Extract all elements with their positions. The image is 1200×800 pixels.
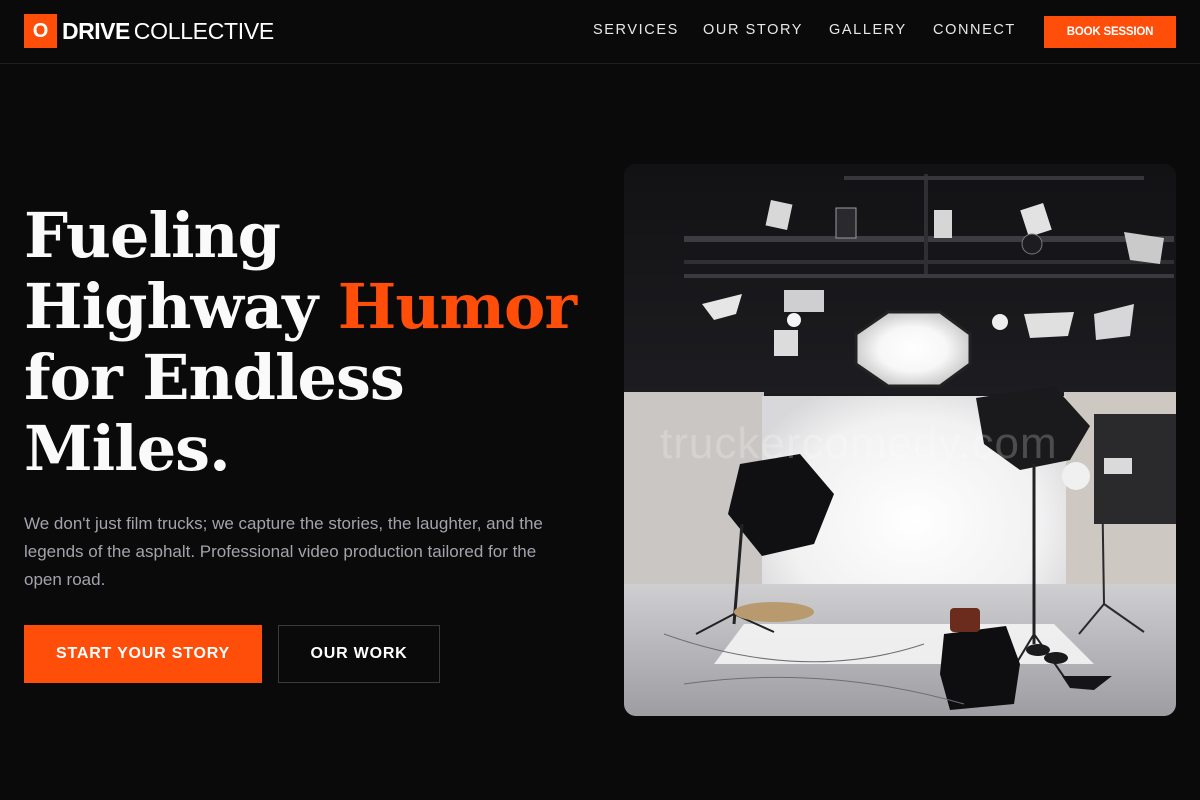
nav-link-services[interactable]: SERVICES xyxy=(593,22,679,38)
brand-logo[interactable]: O DRIVE COLLECTIVE xyxy=(24,14,274,48)
logo-mark: O xyxy=(24,14,57,48)
our-work-button[interactable]: OUR WORK xyxy=(278,625,440,683)
hero-title-line-4: Miles. xyxy=(24,412,231,485)
hero-description: We don't just film trucks; we capture th… xyxy=(24,514,543,589)
nav-link-gallery[interactable]: GALLERY xyxy=(829,22,907,38)
site-header: O DRIVE COLLECTIVE SERVICES OUR STORY GA… xyxy=(0,0,1200,64)
hero-title-line-3: for Endless xyxy=(24,341,405,414)
hero-title-line-1: Fueling xyxy=(24,199,281,272)
nav-link-our-story[interactable]: OUR STORY xyxy=(703,22,803,38)
image-watermark: truckercomedy.com xyxy=(660,419,1058,468)
hero-title: Fueling Highway Humor for Endless Miles. xyxy=(24,200,604,484)
studio-photo: truckercomedy.com xyxy=(624,164,1176,716)
book-session-button[interactable]: BOOK SESSION xyxy=(1044,16,1176,48)
start-your-story-button[interactable]: START YOUR STORY xyxy=(24,625,262,683)
hero-title-line-2: Highway xyxy=(24,270,318,343)
logo-name-bold: DRIVE xyxy=(62,17,130,44)
hero-title-accent: Humor xyxy=(337,270,577,343)
logo-name-light: COLLECTIVE xyxy=(133,17,274,44)
nav-link-connect[interactable]: CONNECT xyxy=(933,22,1016,38)
